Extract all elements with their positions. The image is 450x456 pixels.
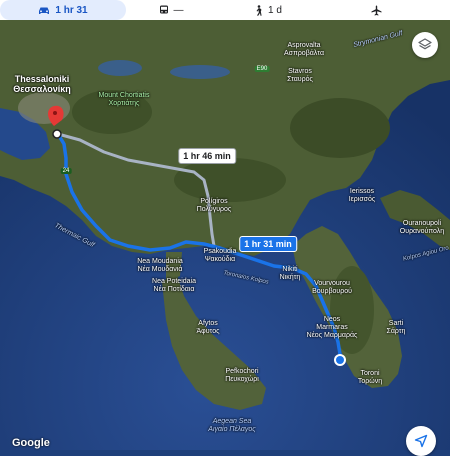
layers-icon (418, 38, 432, 50)
ouranoupoli-gr: Ουρανούπολη (399, 228, 445, 235)
asprovalta-gr: Ασπροβάλτα (284, 50, 324, 57)
label-ouranoupoli[interactable]: Ouranoupoli Ουρανούπολη (400, 220, 444, 236)
label-polygyros[interactable]: Polígiros Πολύγυρος (197, 198, 232, 214)
google-attribution: Google (12, 437, 50, 449)
cholomon-terrain (174, 158, 286, 202)
label-ierissos[interactable]: Ierissos Ιερισσός (349, 188, 376, 204)
label-vourvourou[interactable]: Vourvourou Βουρβουρού (312, 280, 352, 296)
navigate-button[interactable] (406, 426, 436, 456)
road-shield-e90: E90 (254, 66, 270, 72)
label-aegean-sea: Aegean Sea Αιγαίο Πέλαγος (208, 418, 255, 434)
label-asprovalta[interactable]: Asprovalta Ασπροβάλτα (284, 42, 324, 58)
label-thessaloniki[interactable]: Thessaloniki Θεσσαλονίκη (13, 74, 71, 94)
sarti-en: Sarti (388, 320, 404, 327)
toroni-en: Toroni (360, 370, 380, 377)
label-stavros[interactable]: Stavros Σταυρός (287, 68, 313, 84)
navigation-arrow-icon (414, 434, 428, 448)
aegean-sea-gr: Αιγαίο Πέλαγος (208, 426, 256, 433)
route-main-label[interactable]: 1 hr 31 min (239, 236, 297, 252)
ierissos-en: Ierissos (349, 188, 375, 195)
afytos-gr: Άφυτος (196, 328, 220, 335)
asprovalta-en: Asprovalta (287, 42, 321, 49)
ierissos-gr: Ιερισσός (348, 196, 376, 203)
walking-duration: 1 d (268, 4, 282, 16)
psakoudia-gr: Ψακούδια (204, 256, 236, 263)
label-nea-poteidaia[interactable]: Nea Poteidaia Νέα Ποτίδαια (152, 278, 196, 294)
travel-mode-bar: 1 hr 31 — 1 d (0, 0, 450, 20)
nea-poteidaia-gr: Νέα Ποτίδαια (153, 286, 195, 293)
polygyros-gr: Πολύγυρος (196, 206, 232, 213)
pefkochori-en: Pefkochori (225, 368, 259, 375)
lake-volvi (170, 65, 230, 79)
lake-koroneia (98, 60, 142, 76)
thessaloniki-gr: Θεσσαλονίκη (13, 84, 71, 94)
route-alternative-label[interactable]: 1 hr 46 min (178, 148, 236, 164)
transit-duration: — (173, 4, 184, 16)
road-shield-24: 24 (60, 168, 72, 174)
thessaloniki-en: Thessaloniki (14, 74, 70, 84)
polygyros-en: Polígiros (200, 198, 228, 205)
neos-marmaras-en-line2: Marmaras (316, 324, 348, 331)
sarti-gr: Σάρτη (386, 328, 406, 335)
travel-mode-transit[interactable]: — (126, 0, 216, 20)
afytos-en: Afytos (198, 320, 218, 327)
label-mount-chortiatis[interactable]: Mount Chortiatis Χορτιάτης (99, 92, 150, 108)
label-toroni[interactable]: Toroni Τορώνη (358, 370, 382, 386)
athos-mountains (290, 98, 390, 158)
psakoudia-en: Psakoudia (203, 248, 237, 255)
label-nea-moudania[interactable]: Nea Moudania Νέα Μουδανιά (137, 258, 183, 274)
blue-dot-icon (334, 354, 346, 366)
driving-duration: 1 hr 31 (55, 4, 88, 16)
aegean-sea-en: Aegean Sea (212, 418, 252, 425)
plane-icon (371, 5, 382, 15)
travel-mode-flight[interactable] (320, 0, 438, 20)
nea-moudania-gr: Νέα Μουδανιά (137, 266, 183, 273)
walk-icon (256, 4, 262, 16)
label-afytos[interactable]: Afytos Άφυτος (197, 320, 220, 336)
car-icon (39, 7, 50, 14)
pefkochori-gr: Πευκοχώρι (225, 376, 259, 383)
nea-poteidaia-en: Nea Poteidaia (152, 278, 196, 285)
toroni-gr: Τορώνη (357, 378, 383, 385)
chortiatis-en: Mount Chortiatis (98, 92, 150, 99)
nikiti-en: Nikiti (282, 266, 298, 273)
neos-marmaras-gr: Νέος Μαρμαράς (306, 332, 358, 339)
label-nikiti[interactable]: Nikiti Νικήτη (280, 266, 301, 282)
label-neos-marmaras[interactable]: Neos Marmaras Νέος Μαρμαράς (307, 316, 358, 340)
nikiti-gr: Νικήτη (279, 274, 301, 281)
nea-moudania-en: Nea Moudania (137, 258, 183, 265)
chortiatis-gr: Χορτιάτης (108, 100, 140, 107)
map-canvas[interactable]: Thessaloniki Θεσσαλονίκη Mount Chortiati… (0, 20, 450, 450)
label-pefkochori[interactable]: Pefkochori Πευκοχώρι (225, 368, 259, 384)
neos-marmaras-en-line1: Neos (323, 316, 341, 323)
vourvourou-en: Vourvourou (314, 280, 350, 287)
layers-button[interactable] (412, 32, 438, 58)
label-psakoudia[interactable]: Psakoudia Ψακούδια (204, 248, 237, 264)
bus-icon (159, 5, 168, 14)
label-sarti[interactable]: Sarti Σάρτη (387, 320, 406, 336)
ouranoupoli-en: Ouranoupoli (402, 220, 442, 227)
travel-mode-driving[interactable]: 1 hr 31 (0, 0, 126, 20)
stavros-en: Stavros (288, 68, 312, 75)
vourvourou-gr: Βουρβουρού (312, 288, 352, 295)
stavros-gr: Σταυρός (287, 76, 313, 83)
travel-mode-walking[interactable]: 1 d (216, 0, 320, 20)
